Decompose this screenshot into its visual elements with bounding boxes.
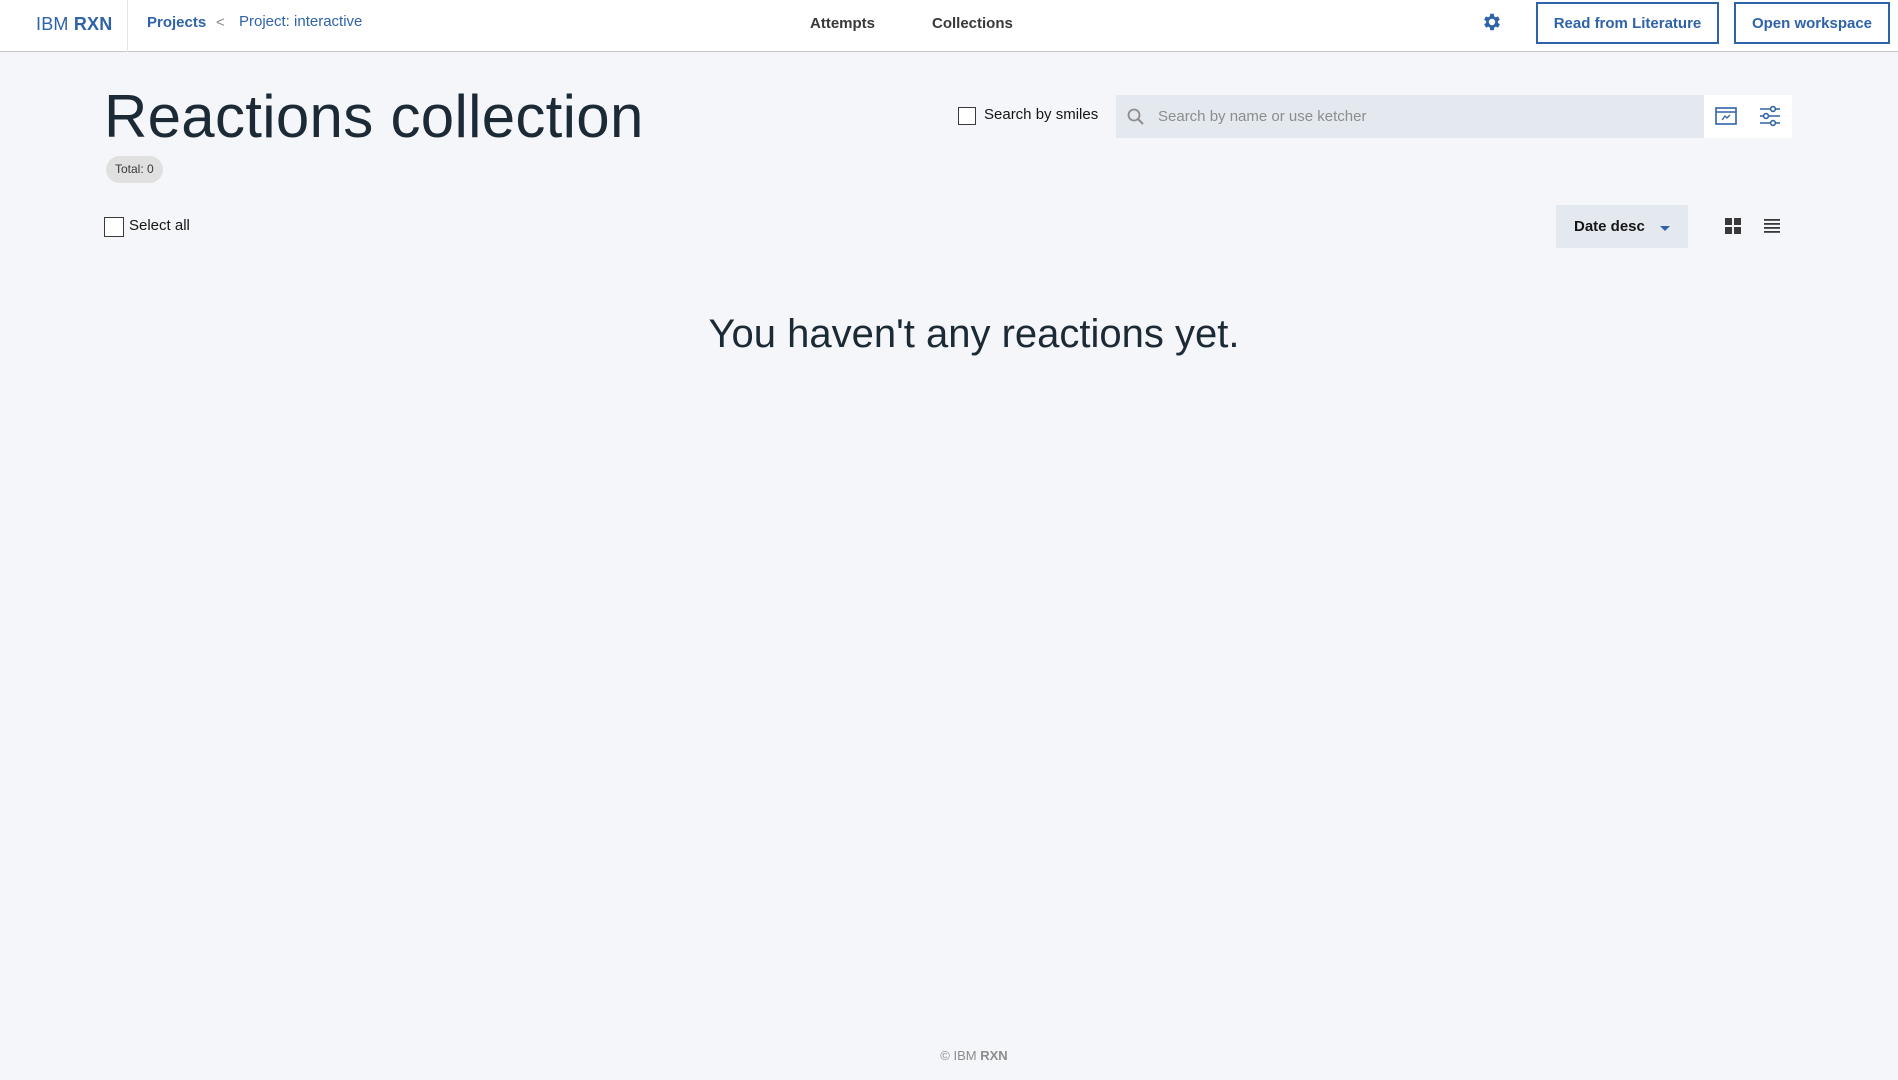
caret-down-icon (1658, 221, 1672, 235)
nav-collections[interactable]: Collections (932, 15, 1013, 32)
sort-selected-value: Date desc (1574, 218, 1645, 235)
brand-logo[interactable]: IBM RXN (36, 14, 112, 35)
footer: © IBM RXN (0, 1048, 1898, 1063)
breadcrumb-chevron-left-icon: < (216, 14, 225, 31)
search-icon (1126, 107, 1146, 127)
breadcrumb-projects-link[interactable]: Projects (147, 14, 206, 31)
breadcrumb-current-project[interactable]: Project: interactive (239, 13, 362, 30)
header-divider (127, 0, 128, 52)
select-all-label[interactable]: Select all (129, 217, 190, 234)
search-field (1116, 95, 1704, 138)
page-title: Reactions collection (104, 83, 644, 150)
filter-settings-icon[interactable] (1758, 104, 1782, 128)
read-from-literature-button[interactable]: Read from Literature (1536, 2, 1719, 44)
select-all-checkbox[interactable] (104, 217, 124, 237)
list-view-icon[interactable] (1761, 215, 1783, 237)
search-tools (1704, 95, 1792, 138)
grid-view-icon[interactable] (1722, 215, 1744, 237)
search-input[interactable] (1158, 95, 1698, 138)
gear-icon[interactable] (1481, 11, 1503, 33)
brand-rxn: RXN (73, 14, 113, 34)
brand-ibm: IBM (36, 14, 69, 34)
footer-brand-rxn: RXN (980, 1048, 1008, 1063)
total-count-tag: Total: 0 (106, 156, 163, 183)
footer-brand-ibm: IBM (953, 1048, 977, 1063)
search-by-smiles-label[interactable]: Search by smiles (984, 106, 1098, 123)
sort-dropdown[interactable]: Date desc (1556, 205, 1688, 248)
empty-state-message: You haven't any reactions yet. (708, 312, 1240, 356)
search-by-smiles-checkbox[interactable] (958, 107, 976, 125)
open-workspace-button[interactable]: Open workspace (1734, 2, 1890, 44)
ketcher-editor-icon[interactable] (1714, 104, 1738, 128)
top-navigation-bar: IBM RXN Projects < Project: interactive … (0, 0, 1898, 52)
copyright-icon: © (940, 1048, 950, 1063)
nav-attempts[interactable]: Attempts (810, 15, 875, 32)
